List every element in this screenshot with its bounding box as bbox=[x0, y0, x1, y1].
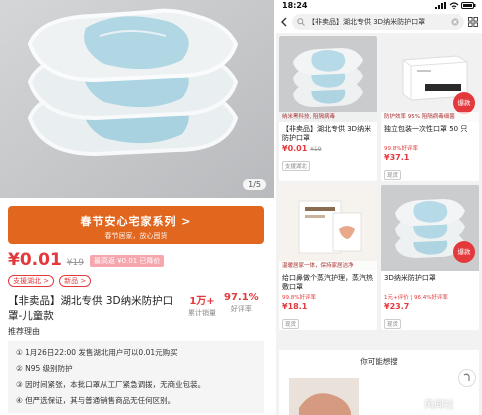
stat-rating-value: 97.1% bbox=[224, 292, 259, 303]
product-card[interactable]: 爆款 防护效率 95% 阻隔病毒细菌 独立包装一次性口罩 50 只 99.8%好… bbox=[381, 36, 479, 181]
price-value: ¥0.01 bbox=[282, 144, 308, 153]
mask-stack-illustration bbox=[0, 0, 274, 198]
product-grid: 纳米黑科技, 阻隔病毒 【非卖品】湖北专供 3D纳米防护口罩 ¥0.01 ¥19… bbox=[279, 36, 479, 330]
search-bar: 【非卖品】湖北专供 3D纳米防护口罩 bbox=[276, 11, 482, 33]
wifi-icon bbox=[449, 2, 459, 9]
product-rating: 1元+评价 | 96.4%好评率 bbox=[384, 295, 448, 301]
product-caption: 防护效率 95% 阻隔病毒细菌 bbox=[381, 112, 479, 122]
product-price: ¥18.1 bbox=[282, 302, 308, 311]
product-price: ¥23.7 bbox=[384, 302, 410, 311]
search-results-panel: 18:24 【非卖品】湖北专供 3D纳米防护口罩 纳米黑科技, 阻隔病毒 【非卖… bbox=[276, 0, 482, 415]
tag-support-hubei[interactable]: 支援湖北 > bbox=[8, 275, 55, 287]
sales-stats: 1万+ 累计销量 97.1% 好评率 bbox=[188, 292, 259, 318]
signal-icon bbox=[435, 2, 446, 9]
reason-list: ① 1月26日22:00 发售湖北用户可以0.01元购买 ② N95 级别防护 … bbox=[8, 341, 264, 413]
product-thumbnail: 爆款 防护效率 95% 阻隔病毒细菌 bbox=[381, 36, 479, 122]
product-tag: 现货 bbox=[282, 319, 300, 329]
promo-subtitle: 春节居家，放心囤货 bbox=[104, 232, 168, 240]
grid-view-icon[interactable] bbox=[468, 17, 478, 27]
product-card[interactable]: 温暖居家一体，保持家居洁净 给口鼻做个蒸汽护理，蒸汽热敷口罩 99.8%好评率 … bbox=[279, 185, 377, 330]
clear-icon[interactable] bbox=[451, 18, 459, 26]
product-tag: 现货 bbox=[384, 170, 402, 180]
tag-new[interactable]: 新品 > bbox=[59, 275, 92, 287]
watermark: 风闻社 bbox=[424, 400, 454, 411]
stat-sales: 1万+ 累计销量 bbox=[188, 292, 216, 318]
product-thumbnail: 纳米黑科技, 阻隔病毒 bbox=[279, 36, 377, 122]
battery-icon bbox=[461, 2, 476, 9]
product-caption: 纳米黑科技, 阻隔病毒 bbox=[279, 112, 377, 122]
product-rating: 99.8%好评率 bbox=[282, 295, 316, 301]
filter-button[interactable] bbox=[458, 369, 476, 387]
search-input[interactable]: 【非卖品】湖北专供 3D纳米防护口罩 bbox=[292, 14, 464, 30]
mask-thumbnail-illustration bbox=[279, 36, 377, 122]
steam-mask-illustration bbox=[279, 185, 377, 271]
stat-sales-label: 累计销量 bbox=[188, 309, 216, 317]
product-price: ¥37.1 bbox=[384, 153, 410, 162]
promo-banner[interactable]: 春节安心宅家系列 > 春节居家，放心囤货 bbox=[8, 206, 264, 244]
product-title: 【非卖品】湖北专供 3D纳米防护口罩 bbox=[282, 125, 372, 142]
reason-item: ③ 因时间紧张，本批口罩从工厂紧急调拨，无商业包装。 bbox=[16, 380, 206, 389]
recommend-thumbnail-illustration bbox=[289, 378, 359, 415]
stat-rating-label: 好评率 bbox=[230, 305, 252, 313]
old-price: ¥19 bbox=[310, 146, 322, 153]
price-badge: 最高返 ¥0.01 已降价 bbox=[89, 255, 165, 267]
hot-badge: 爆款 bbox=[453, 241, 475, 263]
back-icon[interactable] bbox=[280, 17, 288, 27]
product-rating: 99.8%好评率 bbox=[384, 146, 418, 152]
hot-badge: 爆款 bbox=[453, 92, 475, 114]
product-info: 3D纳米防护口罩 1元+评价 | 96.4%好评率 ¥23.7 现货 bbox=[381, 271, 479, 330]
promo-title: 春节安心宅家系列 > bbox=[80, 215, 192, 228]
product-card[interactable]: 纳米黑科技, 阻隔病毒 【非卖品】湖北专供 3D纳米防护口罩 ¥0.01 ¥19… bbox=[279, 36, 377, 181]
tag-list: 支援湖北 > 新品 > bbox=[8, 275, 92, 287]
product-price: ¥0.01 ¥19 bbox=[282, 144, 374, 153]
filter-icon bbox=[463, 373, 470, 381]
product-caption: 温暖居家一体，保持家居洁净 bbox=[279, 261, 377, 271]
reason-item: ① 1月26日22:00 发售湖北用户可以0.01元购买 bbox=[16, 348, 178, 357]
search-icon bbox=[297, 18, 305, 26]
reason-item: ④ 但严选保证，其与普通销售商品无任何区别。 bbox=[16, 396, 176, 405]
stat-rating[interactable]: 97.1% 好评率 bbox=[224, 292, 259, 318]
recommend-thumbnail[interactable] bbox=[289, 378, 359, 415]
product-card[interactable]: 爆款 3D纳米防护口罩 1元+评价 | 96.4%好评率 ¥23.7 现货 bbox=[381, 185, 479, 330]
original-price: ¥19 bbox=[66, 258, 84, 268]
product-thumbnail: 温暖居家一体，保持家居洁净 bbox=[279, 185, 377, 271]
search-query: 【非卖品】湖北专供 3D纳米防护口罩 bbox=[308, 18, 426, 26]
stat-sales-value: 1万+ bbox=[189, 296, 215, 307]
reason-item: ② N95 级别防护 bbox=[16, 364, 73, 373]
product-title: 3D纳米防护口罩 bbox=[384, 274, 436, 282]
image-counter: 1/5 bbox=[243, 179, 266, 190]
product-detail-panel: 1/5 春节安心宅家系列 > 春节居家，放心囤货 ¥0.01 ¥19 最高返 ¥… bbox=[0, 0, 274, 415]
reason-heading: 推荐理由 bbox=[8, 327, 40, 336]
product-thumbnail: 爆款 bbox=[381, 185, 479, 271]
product-info: 给口鼻做个蒸汽护理，蒸汽热敷口罩 99.8%好评率 ¥18.1 现货 bbox=[279, 271, 377, 330]
price-row: ¥0.01 ¥19 最高返 ¥0.01 已降价 bbox=[8, 250, 165, 272]
product-info: 【非卖品】湖北专供 3D纳米防护口罩 ¥0.01 ¥19 支援湖北 bbox=[279, 122, 377, 172]
current-price: ¥0.01 bbox=[8, 250, 62, 270]
recommend-title: 你可能想搜 bbox=[360, 357, 398, 366]
product-title: 独立包装一次性口罩 50 只 bbox=[384, 125, 468, 133]
product-title: 【非卖品】湖北专供 3D纳米防护口罩-儿童款 bbox=[8, 295, 174, 322]
status-bar: 18:24 bbox=[276, 0, 482, 11]
product-info: 独立包装一次性口罩 50 只 99.8%好评率 ¥37.1 现货 bbox=[381, 122, 479, 181]
product-tag: 支援湖北 bbox=[282, 161, 311, 171]
status-icons bbox=[435, 2, 476, 9]
product-title: 给口鼻做个蒸汽护理，蒸汽热敷口罩 bbox=[282, 274, 373, 291]
clock: 18:24 bbox=[282, 1, 308, 10]
product-image[interactable]: 1/5 bbox=[0, 0, 274, 198]
product-tag: 现货 bbox=[384, 319, 402, 329]
